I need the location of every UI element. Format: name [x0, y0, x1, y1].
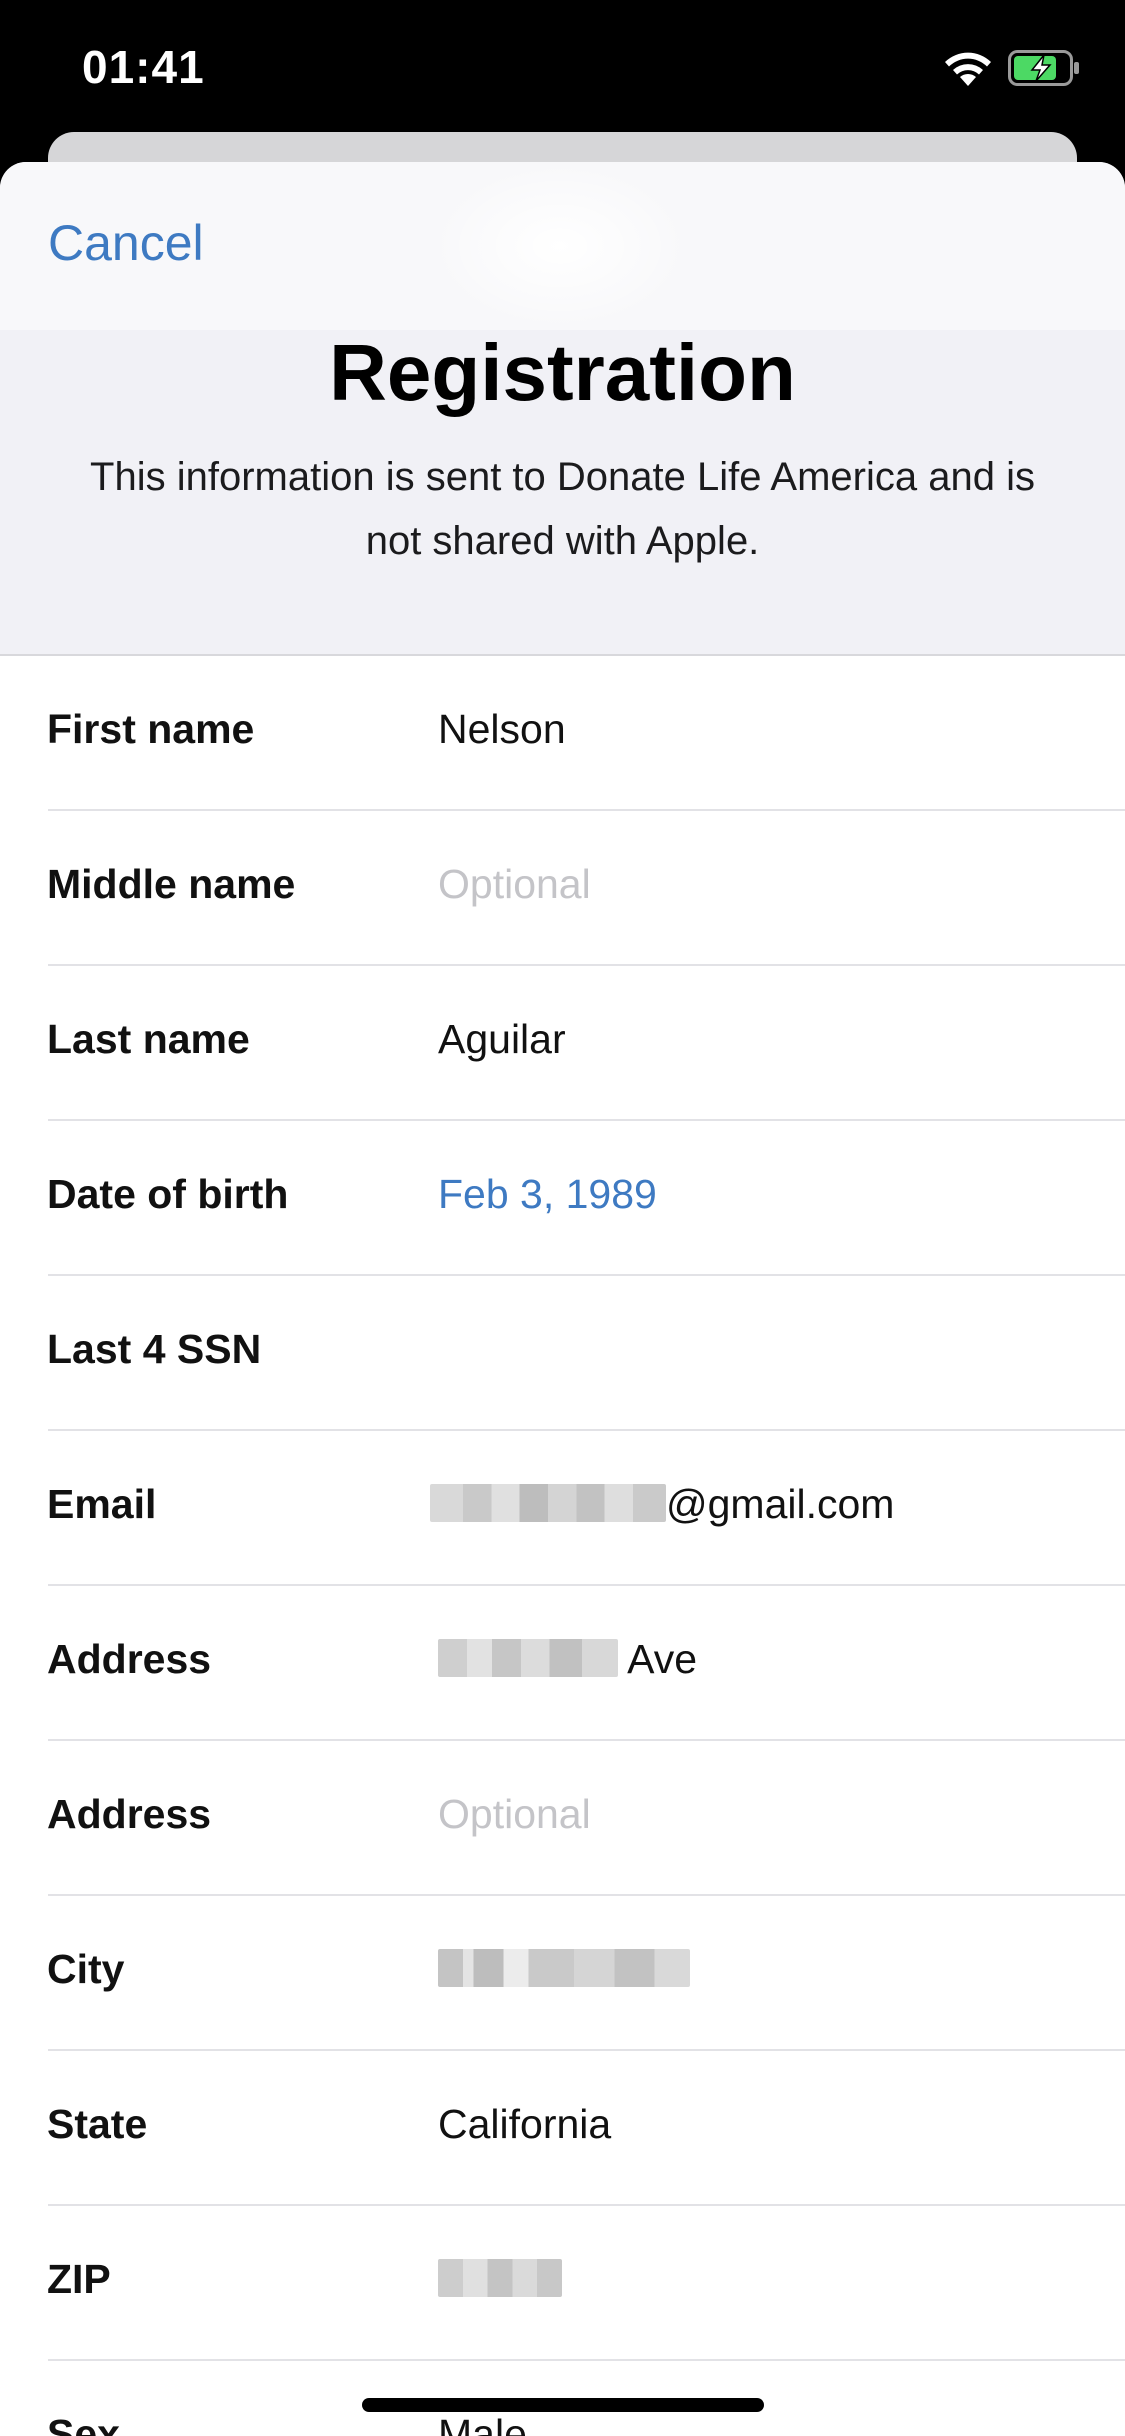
- state-field[interactable]: California: [438, 2101, 611, 2148]
- home-indicator[interactable]: [362, 2398, 764, 2412]
- middle-name-field[interactable]: Optional: [438, 861, 591, 908]
- state-label: State: [47, 2101, 148, 2147]
- address-line-2-field[interactable]: Optional: [438, 1791, 591, 1838]
- city-row[interactable]: City: [0, 1896, 1125, 2051]
- status-time: 01:41: [82, 41, 205, 93]
- sex-label: Sex: [47, 2411, 120, 2436]
- ssn-row[interactable]: Last 4 SSN: [0, 1276, 1125, 1431]
- last-name-field[interactable]: Aguilar: [438, 1016, 566, 1063]
- ssn-label: Last 4 SSN: [47, 1326, 262, 1372]
- redacted-text: [438, 1949, 690, 1988]
- address-field[interactable]: Ave: [438, 1636, 697, 1683]
- nav-bar-highlight: [430, 162, 690, 330]
- registration-form: First name Nelson Middle name Optional L…: [0, 654, 1125, 2436]
- middle-name-row[interactable]: Middle name Optional: [0, 811, 1125, 966]
- address-row[interactable]: Address Ave: [0, 1586, 1125, 1741]
- last-name-row[interactable]: Last name Aguilar: [0, 966, 1125, 1121]
- email-field[interactable]: @gmail.com: [430, 1481, 895, 1528]
- first-name-label: First name: [47, 706, 255, 752]
- cancel-button[interactable]: Cancel: [48, 214, 204, 272]
- middle-name-label: Middle name: [47, 861, 296, 907]
- redacted-text: [430, 1484, 666, 1523]
- email-label: Email: [47, 1481, 157, 1527]
- city-label: City: [47, 1946, 125, 1992]
- address-label: Address: [47, 1636, 212, 1682]
- zip-label: ZIP: [47, 2256, 111, 2302]
- first-name-row[interactable]: First name Nelson: [0, 656, 1125, 811]
- email-domain: @gmail.com: [666, 1481, 895, 1527]
- status-bar: 01:41: [0, 0, 1125, 140]
- redacted-text: [438, 2259, 562, 2298]
- zip-row[interactable]: ZIP: [0, 2206, 1125, 2361]
- last-name-label: Last name: [47, 1016, 250, 1062]
- address-suffix: Ave: [627, 1636, 698, 1682]
- date-of-birth-label: Date of birth: [47, 1171, 289, 1217]
- city-field[interactable]: [438, 1946, 690, 1993]
- address-line-2-label: Address: [47, 1791, 212, 1837]
- date-of-birth-row[interactable]: Date of birth Feb 3, 1989: [0, 1121, 1125, 1276]
- page-subtitle: This information is sent to Donate Life …: [90, 455, 1035, 563]
- navigation-bar: Cancel: [0, 162, 1125, 330]
- address-line-2-row[interactable]: Address Optional: [0, 1741, 1125, 1896]
- date-of-birth-field[interactable]: Feb 3, 1989: [438, 1171, 657, 1218]
- battery-charging-icon: [1008, 50, 1079, 86]
- wifi-icon: [945, 52, 991, 86]
- redacted-text: [438, 1639, 618, 1678]
- email-row[interactable]: Email @gmail.com: [0, 1431, 1125, 1586]
- page-title: Registration: [329, 328, 796, 417]
- registration-sheet: Cancel Registration This information is …: [0, 162, 1125, 2436]
- zip-field[interactable]: [438, 2256, 562, 2303]
- sex-field[interactable]: Male: [438, 2411, 527, 2436]
- first-name-field[interactable]: Nelson: [438, 706, 566, 753]
- state-row[interactable]: State California: [0, 2051, 1125, 2206]
